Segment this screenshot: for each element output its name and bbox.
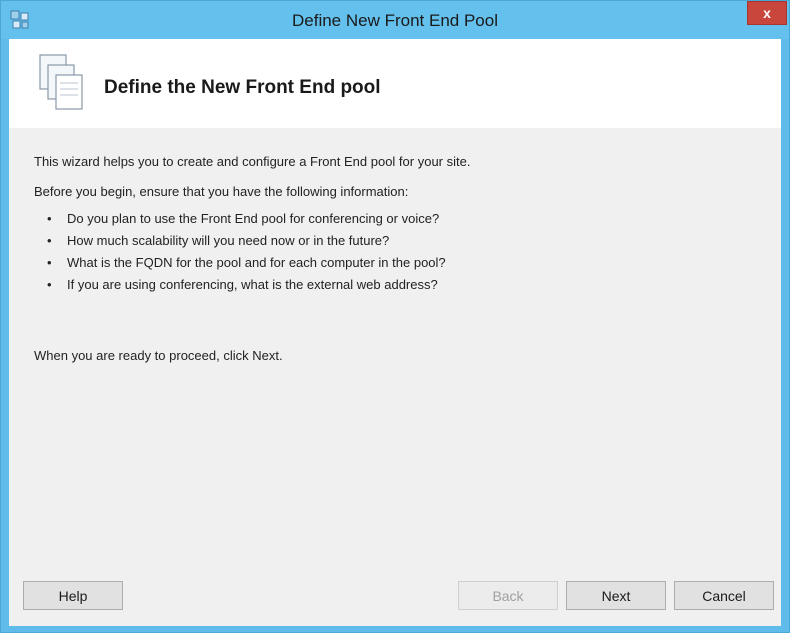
close-icon: x — [763, 5, 771, 21]
list-item: What is the FQDN for the pool and for ea… — [44, 252, 446, 274]
prerequisites-list: Do you plan to use the Front End pool fo… — [44, 208, 446, 296]
page-title: Define the New Front End pool — [104, 77, 381, 98]
prerequisites-heading: Before you begin, ensure that you have t… — [34, 184, 409, 199]
server-pool-icon — [39, 54, 83, 110]
next-button[interactable]: Next — [566, 581, 666, 610]
window-title: Define New Front End Pool — [292, 11, 498, 30]
list-item: If you are using conferencing, what is t… — [44, 274, 446, 296]
list-item: Do you plan to use the Front End pool fo… — [44, 208, 446, 230]
help-button[interactable]: Help — [23, 581, 123, 610]
wizard-header: Define the New Front End pool — [9, 39, 781, 128]
title-bar[interactable]: Define New Front End Pool x — [1, 1, 789, 39]
wizard-window: Define New Front End Pool x Define the N… — [0, 0, 790, 633]
back-button[interactable]: Back — [458, 581, 558, 610]
wizard-body: Define the New Front End pool This wizar… — [9, 39, 781, 626]
list-item: How much scalability will you need now o… — [44, 230, 446, 252]
intro-text: This wizard helps you to create and conf… — [34, 154, 471, 169]
cancel-button[interactable]: Cancel — [674, 581, 774, 610]
close-button[interactable]: x — [747, 1, 787, 25]
proceed-text: When you are ready to proceed, click Nex… — [34, 348, 283, 363]
